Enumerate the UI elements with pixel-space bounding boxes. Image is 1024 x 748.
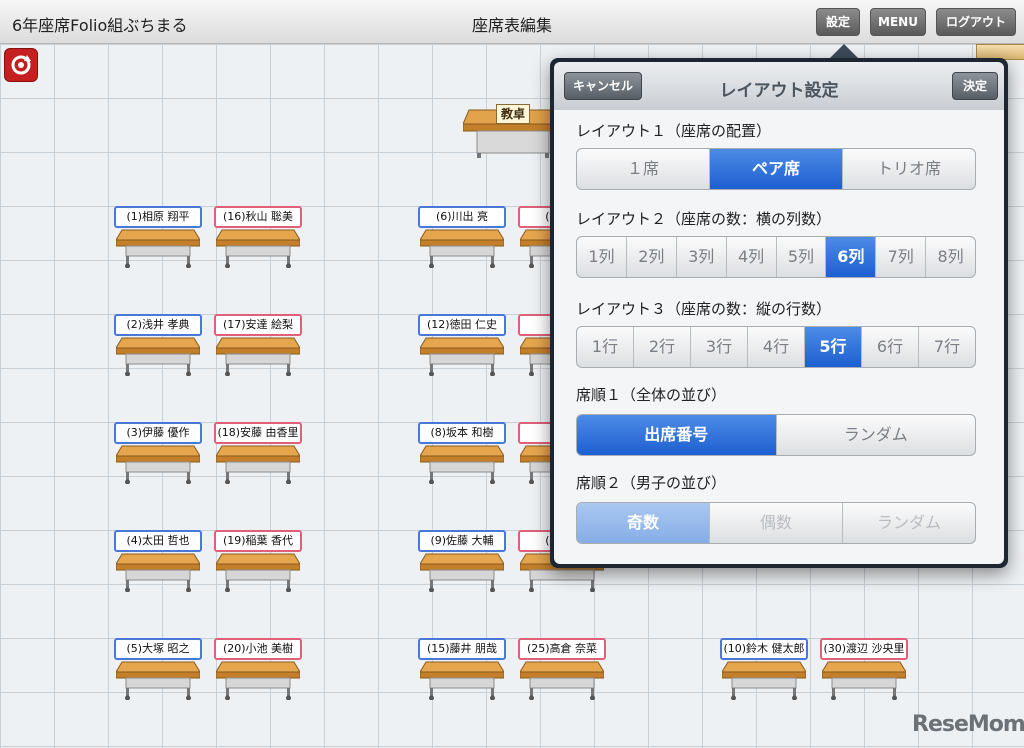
teacher-desk-label: 教卓	[496, 104, 530, 124]
layout3-option[interactable]: 1行	[577, 327, 634, 367]
layout3-label: レイアウト３（座席の数：縦の行数）	[576, 300, 832, 318]
order1-option[interactable]: ランダム	[777, 415, 976, 455]
student-desk[interactable]: (25)高倉 奈菜	[518, 638, 610, 700]
order2-segmented-control: 奇数 偶数 ランダム	[576, 502, 976, 544]
layout2-option[interactable]: 1列	[577, 237, 627, 277]
popover-body: レイアウト１（座席の配置） １席 ペア席 トリオ席 レイアウト２（座席の数：横の列数…	[554, 110, 1004, 564]
student-desk[interactable]: (1)相原 翔平	[114, 206, 206, 268]
order1-label: 席順１（全体の並び）	[576, 386, 727, 404]
layout2-label: レイアウト２（座席の数：横の列数）	[576, 210, 832, 228]
layout3-option[interactable]: 5行	[805, 327, 862, 367]
student-nameplate: (30)渡辺 沙央里	[820, 638, 908, 660]
order2-option: 偶数	[710, 503, 843, 543]
logout-button[interactable]: ログアウト	[936, 8, 1016, 36]
student-desk[interactable]: (4)太田 哲也	[114, 530, 206, 592]
student-desk[interactable]: (17)安達 絵梨	[214, 314, 306, 376]
order2-label: 席順２（男子の並び）	[576, 474, 727, 492]
layout3-segmented-control: 1行 2行 3行 4行 5行 6行 7行	[576, 326, 976, 368]
student-nameplate: (25)高倉 奈菜	[518, 638, 606, 660]
confirm-button[interactable]: 決定	[952, 72, 998, 100]
layout3-option[interactable]: 6行	[862, 327, 919, 367]
student-desk[interactable]: (15)藤井 朋哉	[418, 638, 510, 700]
layout2-option[interactable]: 3列	[677, 237, 727, 277]
layout3-option[interactable]: 3行	[691, 327, 748, 367]
student-nameplate: (6)川出 亮	[418, 206, 506, 228]
top-navigation-bar: 6年座席Folio組ぶちまる 座席表編集 設定 MENU ログアウト	[0, 0, 1024, 44]
layout3-option[interactable]: 7行	[919, 327, 975, 367]
layout-settings-popover: キャンセル レイアウト設定 決定 レイアウト１（座席の配置） １席 ペア席 トリオ席…	[550, 58, 1008, 568]
student-desk[interactable]: (10)鈴木 健太郎	[720, 638, 812, 700]
student-desk[interactable]: (3)伊藤 優作	[114, 422, 206, 484]
order2-option: ランダム	[876, 513, 941, 532]
order1-segmented-control: 出席番号 ランダム	[576, 414, 976, 456]
student-desk[interactable]: (20)小池 美樹	[214, 638, 306, 700]
student-nameplate: (9)佐藤 大輔	[418, 530, 506, 552]
layout2-option[interactable]: 4列	[727, 237, 777, 277]
layout3-option[interactable]: 4行	[748, 327, 805, 367]
layout1-option[interactable]: １席	[577, 149, 710, 189]
layout3-option[interactable]: 2行	[634, 327, 691, 367]
layout2-segmented-control: 1列 2列 3列 4列 5列 6列 7列 8列	[576, 236, 976, 278]
student-nameplate: (4)太田 哲也	[114, 530, 202, 552]
student-desk[interactable]: (16)秋山 聡美	[214, 206, 306, 268]
student-nameplate: (10)鈴木 健太郎	[720, 638, 808, 660]
student-desk[interactable]: (9)佐藤 大輔	[418, 530, 510, 592]
popover-arrow	[830, 44, 858, 58]
student-desk[interactable]: (5)大塚 昭之	[114, 638, 206, 700]
student-nameplate: (1)相原 翔平	[114, 206, 202, 228]
layout2-option[interactable]: 8列	[926, 237, 975, 277]
layout2-option[interactable]: 5列	[777, 237, 827, 277]
order1-option[interactable]: 出席番号	[577, 415, 777, 455]
app-title: 6年座席Folio組ぶちまる	[12, 16, 188, 35]
student-desk[interactable]: (18)安藤 由香里	[214, 422, 306, 484]
student-nameplate: (15)藤井 朋哉	[418, 638, 506, 660]
cancel-button[interactable]: キャンセル	[564, 72, 642, 100]
student-nameplate: (12)徳田 仁史	[418, 314, 506, 336]
student-nameplate: (8)坂本 和樹	[418, 422, 506, 444]
student-nameplate: (5)大塚 昭之	[114, 638, 202, 660]
student-desk[interactable]: (6)川出 亮	[418, 206, 510, 268]
order2-option: 奇数	[577, 503, 710, 543]
layout1-option[interactable]: トリオ席	[843, 149, 975, 189]
student-nameplate: (18)安藤 由香里	[214, 422, 302, 444]
student-nameplate: (2)浅井 孝典	[114, 314, 202, 336]
student-desk[interactable]: (30)渡辺 沙央里	[820, 638, 912, 700]
popover-header: キャンセル レイアウト設定 決定	[554, 62, 1004, 110]
student-nameplate: (16)秋山 聡美	[214, 206, 302, 228]
watermark-logo: ReseMom	[912, 712, 1024, 737]
student-desk[interactable]: (8)坂本 和樹	[418, 422, 510, 484]
menu-button[interactable]: MENU	[870, 8, 926, 36]
layout1-label: レイアウト１（座席の配置）	[576, 122, 772, 140]
student-desk[interactable]: (19)稲葉 香代	[214, 530, 306, 592]
layout1-option[interactable]: ペア席	[710, 149, 843, 189]
student-nameplate: (3)伊藤 優作	[114, 422, 202, 444]
layout1-segmented-control: １席 ペア席 トリオ席	[576, 148, 976, 190]
settings-button[interactable]: 設定	[816, 8, 860, 36]
student-desk[interactable]: (2)浅井 孝典	[114, 314, 206, 376]
layout2-option[interactable]: 6列	[826, 237, 877, 277]
layout2-option[interactable]: 7列	[876, 237, 927, 277]
student-nameplate: (19)稲葉 香代	[214, 530, 302, 552]
student-nameplate: (20)小池 美樹	[214, 638, 302, 660]
layout2-option[interactable]: 2列	[627, 237, 677, 277]
student-nameplate: (17)安達 絵梨	[214, 314, 302, 336]
refresh-icon[interactable]	[4, 48, 38, 82]
student-desk[interactable]: (12)徳田 仁史	[418, 314, 510, 376]
